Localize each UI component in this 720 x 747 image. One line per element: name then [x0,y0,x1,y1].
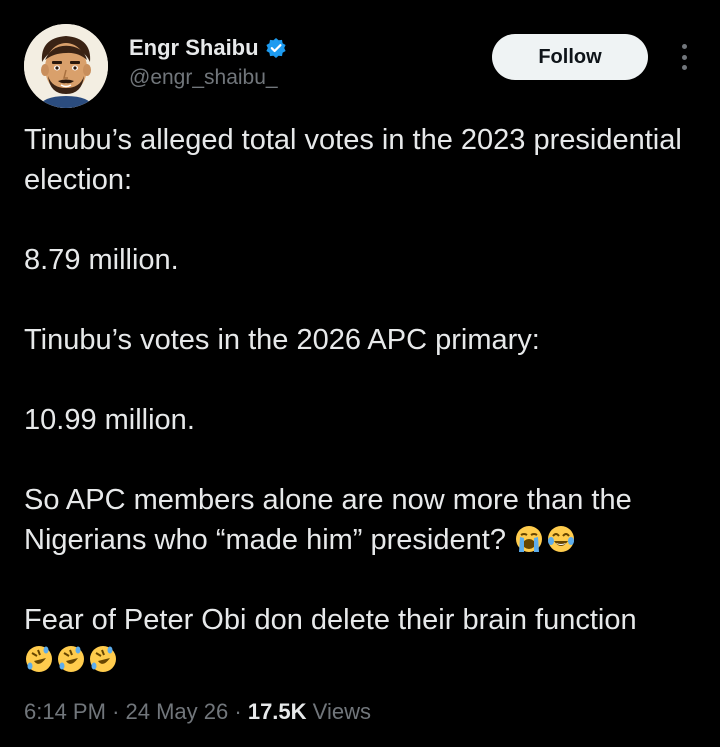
tweet-paragraph: Fear of Peter Obi don delete their brain… [24,604,637,636]
rolling-on-floor-laughing-emoji [88,644,118,674]
tweet-paragraph-with-emoji: Fear of Peter Obi don delete their brain… [24,600,704,680]
user-info: Engr Shaibu @engr_shaibu_ [129,34,287,92]
tears-of-joy-emoji [546,524,576,554]
more-dot [681,54,687,60]
meta-separator: · [112,699,120,724]
views-label: Views [312,699,371,724]
more-vertical-icon[interactable] [672,40,696,74]
tweet-card: Engr Shaibu @engr_shaibu_ Follow Tinubu’… [0,0,720,747]
tweet-time[interactable]: 6:14 PM [24,699,106,724]
user-handle[interactable]: @engr_shaibu_ [129,64,287,92]
display-name[interactable]: Engr Shaibu [129,34,259,62]
tweet-paragraph: 10.99 million. [24,404,195,436]
views-count[interactable]: 17.5K [248,699,307,724]
tweet-paragraph: 8.79 million. [24,244,179,276]
tweet-header: Engr Shaibu @engr_shaibu_ Follow [24,24,696,108]
tweet-date[interactable]: 24 May 26 [126,699,229,724]
tweet-text: Tinubu’s alleged total votes in the 2023… [24,120,704,680]
follow-button[interactable]: Follow [492,34,648,80]
verified-badge-icon [265,37,287,59]
tweet-meta: 6:14 PM · 24 May 26 · 17.5K Views [24,696,371,728]
rolling-on-floor-laughing-emoji [24,644,54,674]
loudly-crying-face-emoji [514,524,544,554]
cartoon-man-avatar-icon[interactable] [24,24,108,108]
more-dot [681,65,687,70]
tweet-paragraph-with-emoji: So APC members alone are now more than t… [24,480,704,560]
tweet-paragraph: Tinubu’s alleged total votes in the 2023… [24,124,690,196]
more-dot [681,44,687,49]
tweet-paragraph: Tinubu’s votes in the 2026 APC primary: [24,324,540,356]
name-row: Engr Shaibu [129,34,287,62]
meta-separator: · [234,699,242,724]
rolling-on-floor-laughing-emoji [56,644,86,674]
